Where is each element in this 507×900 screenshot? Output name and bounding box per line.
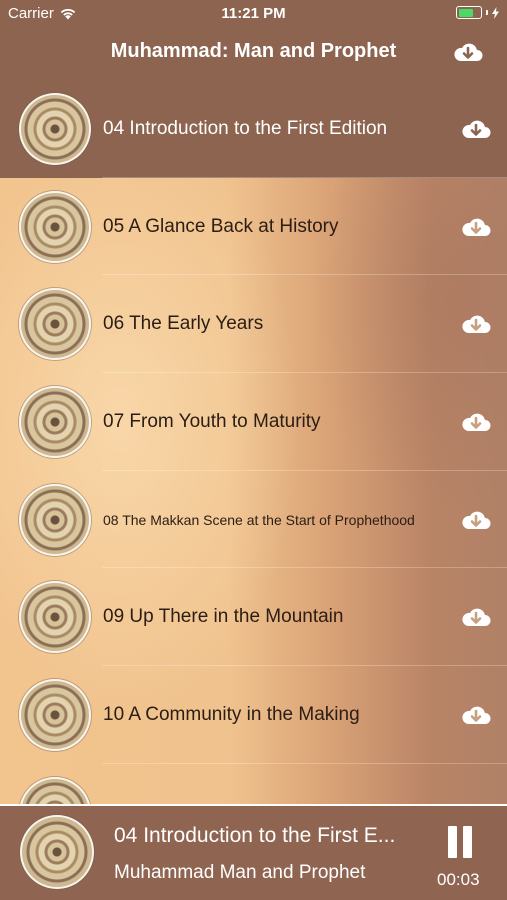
pause-icon: [448, 826, 457, 858]
track-artwork: [19, 385, 91, 458]
track-artwork: [19, 678, 91, 751]
cloud-download-icon[interactable]: [461, 312, 491, 336]
track-artwork: [19, 483, 91, 556]
battery-indicator: [456, 6, 499, 19]
cloud-download-icon[interactable]: [453, 40, 483, 64]
status-bar: Carrier 11:21 PM: [0, 0, 507, 28]
cloud-download-icon[interactable]: [461, 117, 491, 141]
pause-button[interactable]: [448, 826, 472, 858]
player-elapsed-time: 00:03: [437, 870, 480, 889]
cloud-download-icon[interactable]: [461, 508, 491, 532]
track-title: 10 A Community in the Making: [103, 703, 360, 725]
status-time: 11:21 PM: [221, 5, 286, 22]
track-row[interactable]: 10 A Community in the Making: [0, 666, 507, 764]
player-artwork: [20, 815, 94, 889]
cloud-download-icon[interactable]: [461, 410, 491, 434]
track-row[interactable]: 04 Introduction to the First Edition: [0, 80, 507, 178]
track-title: 09 Up There in the Mountain: [103, 606, 344, 628]
track-artwork: [19, 288, 91, 361]
page-title: Muhammad: Man and Prophet: [110, 40, 397, 62]
player-track-title: 04 Introduction to the First E...: [114, 824, 396, 847]
track-row[interactable]: 08 The Makkan Scene at the Start of Prop…: [0, 471, 507, 569]
track-artwork: [19, 581, 91, 654]
cloud-download-icon[interactable]: [461, 605, 491, 629]
track-row[interactable]: 09 Up There in the Mountain: [0, 568, 507, 667]
track-row[interactable]: [0, 764, 507, 804]
track-row[interactable]: 07 From Youth to Maturity: [0, 373, 507, 471]
track-artwork: [19, 776, 91, 804]
track-artwork: [19, 190, 91, 263]
track-artwork: [19, 92, 91, 165]
track-title: 06 The Early Years: [103, 313, 264, 335]
mini-player[interactable]: 04 Introduction to the First E... Muhamm…: [0, 804, 507, 900]
track-title: 07 From Youth to Maturity: [103, 410, 321, 432]
battery-icon: [456, 6, 482, 19]
track-row[interactable]: 06 The Early Years: [0, 275, 507, 374]
cloud-download-icon[interactable]: [461, 215, 491, 239]
cloud-download-icon[interactable]: [461, 703, 491, 727]
charging-bolt-icon: [492, 6, 499, 19]
player-album-title: Muhammad Man and Prophet: [114, 862, 366, 883]
track-title: 05 A Glance Back at History: [103, 215, 339, 237]
track-row[interactable]: 05 A Glance Back at History: [0, 178, 507, 276]
track-title: 04 Introduction to the First Edition: [103, 117, 388, 139]
track-list: 04 Introduction to the First Edition 05 A…: [0, 80, 507, 804]
track-title: 08 The Makkan Scene at the Start of Prop…: [103, 511, 415, 528]
